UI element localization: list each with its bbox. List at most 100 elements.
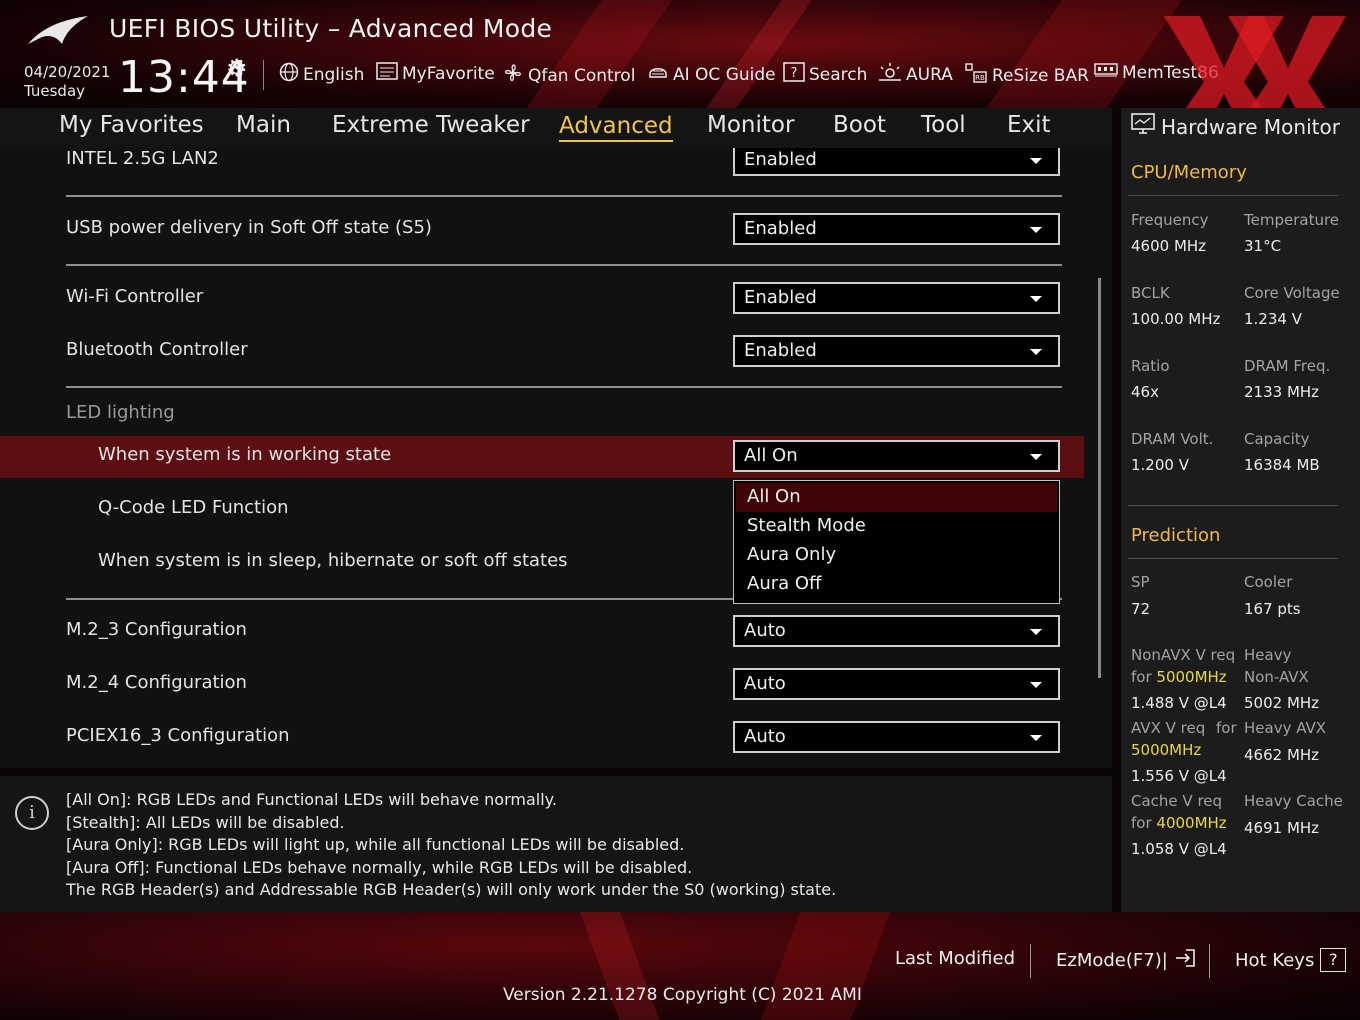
intel-lan2-select[interactable]: Enabled <box>733 148 1060 176</box>
help-line: [Aura Only]: RGB LEDs will light up, whi… <box>66 835 685 854</box>
heavy-nonavx-label-line2: Non-AVX <box>1244 668 1309 686</box>
cache-req-label: Cache V req <box>1131 792 1223 810</box>
globe-icon <box>279 62 299 87</box>
setting-label-usb-power: USB power delivery in Soft Off state (S5… <box>66 217 432 238</box>
resize-bar-icon: RB <box>964 62 988 89</box>
m2-4-config-select[interactable]: Auto <box>733 668 1060 700</box>
tab-extreme-tweaker[interactable]: Extreme Tweaker <box>332 112 530 138</box>
tab-exit[interactable]: Exit <box>1007 112 1051 138</box>
app-title: UEFI BIOS Utility – Advanced Mode <box>109 14 553 43</box>
ai-oc-guide-button[interactable]: AI OC Guide <box>647 62 776 87</box>
dropdown-option-aura-off[interactable]: Aura Off <box>736 570 1057 599</box>
cache-for-line: for 4000MHz <box>1131 814 1227 832</box>
last-modified-button[interactable]: Last Modified <box>895 948 1015 969</box>
heavy-avx-label: Heavy AVX <box>1244 719 1327 737</box>
cooler-value: 167 pts <box>1244 600 1301 618</box>
dropdown-option-all-on[interactable]: All On <box>736 483 1057 512</box>
heavy-cache-value: 4691 MHz <box>1244 819 1320 837</box>
ezmode-button[interactable]: EzMode(F7)| <box>1056 948 1196 973</box>
dropdown-option-aura-only[interactable]: Aura Only <box>736 541 1057 570</box>
tab-advanced[interactable]: Advanced <box>559 112 673 142</box>
m2-3-config-select[interactable]: Auto <box>733 615 1060 647</box>
header-separator <box>263 60 264 90</box>
section-divider <box>66 386 1062 388</box>
capacity-value: 16384 MB <box>1244 456 1320 474</box>
hot-keys-label: Hot Keys <box>1235 949 1315 971</box>
nonavx-volt-value: 1.488 V @L4 <box>1131 694 1227 712</box>
search-button[interactable]: ? Search <box>783 62 867 87</box>
working-state-select[interactable]: All On <box>733 440 1060 472</box>
bluetooth-controller-select[interactable]: Enabled <box>733 335 1060 367</box>
settings-scrollbar[interactable] <box>1098 278 1101 678</box>
working-state-value: All On <box>744 445 798 466</box>
setting-label-working-state: When system is in working state <box>98 444 392 465</box>
hot-keys-button[interactable]: Hot Keys ? <box>1235 948 1347 972</box>
myfavorite-button[interactable]: MyFavorite <box>376 62 495 85</box>
hardware-monitor-title-text: Hardware Monitor <box>1161 114 1340 139</box>
prediction-heading: Prediction <box>1131 525 1221 546</box>
version-text: Version 2.21.1278 Copyright (C) 2021 AMI <box>503 985 862 1005</box>
language-label: English <box>303 64 365 85</box>
setting-label-bluetooth: Bluetooth Controller <box>66 339 248 360</box>
tab-main[interactable]: Main <box>236 112 291 138</box>
chevron-down-icon <box>1030 454 1042 460</box>
monitor-divider <box>1128 195 1338 196</box>
core-voltage-label: Core Voltage <box>1244 284 1340 302</box>
bluetooth-value: Enabled <box>744 340 817 361</box>
date-text: 04/20/2021 <box>24 63 111 81</box>
qfan-control-label: Qfan Control <box>528 65 636 86</box>
ezmode-label: EzMode(F7)| <box>1056 950 1168 971</box>
svg-text:?: ? <box>791 66 798 81</box>
sp-label: SP <box>1131 573 1150 591</box>
setting-label-intel-lan2: INTEL 2.5G LAN2 <box>66 148 219 169</box>
dropdown-option-stealth-mode[interactable]: Stealth Mode <box>736 512 1057 541</box>
aura-button[interactable]: AURA <box>878 62 953 87</box>
m2-3-value: Auto <box>744 620 786 641</box>
heavy-cache-label: Heavy Cache <box>1244 792 1343 810</box>
weekday-text: Tuesday <box>24 82 86 100</box>
chevron-down-icon <box>1030 296 1042 302</box>
heavy-avx-value: 4662 MHz <box>1244 746 1320 764</box>
setting-label-pciex16-3: PCIEX16_3 Configuration <box>66 725 290 746</box>
core-voltage-value: 1.234 V <box>1244 310 1302 328</box>
cpu-memory-heading: CPU/Memory <box>1131 162 1247 183</box>
fan-icon <box>502 62 524 89</box>
help-line: [Aura Off]: Functional LEDs behave norma… <box>66 858 693 877</box>
intel-lan2-value: Enabled <box>744 149 817 170</box>
m2-4-value: Auto <box>744 673 786 694</box>
nonavx-for-text: for <box>1131 668 1152 686</box>
avx-freq-value: 5000MHz <box>1131 741 1202 759</box>
tab-my-favorites[interactable]: My Favorites <box>59 112 204 138</box>
help-panel: i [All On]: RGB LEDs and Functional LEDs… <box>0 776 1112 912</box>
help-line: The RGB Header(s) and Addressable RGB He… <box>66 880 837 899</box>
frequency-label: Frequency <box>1131 211 1209 229</box>
heavy-nonavx-value: 5002 MHz <box>1244 694 1320 712</box>
footer-separator <box>1030 944 1031 978</box>
tab-monitor[interactable]: Monitor <box>707 112 794 138</box>
ai-oc-guide-label: AI OC Guide <box>673 64 776 85</box>
capacity-label: Capacity <box>1244 430 1310 448</box>
tab-boot[interactable]: Boot <box>833 112 886 138</box>
resize-bar-label: ReSize BAR <box>992 65 1089 86</box>
led-lighting-group-label: LED lighting <box>66 402 175 423</box>
qfan-control-button[interactable]: Qfan Control <box>502 62 635 89</box>
search-label: Search <box>809 64 868 85</box>
ai-chip-icon <box>647 62 669 87</box>
setting-label-wifi: Wi-Fi Controller <box>66 286 204 307</box>
wifi-controller-select[interactable]: Enabled <box>733 282 1060 314</box>
usb-power-select[interactable]: Enabled <box>733 213 1060 245</box>
setting-label-m2-4: M.2_4 Configuration <box>66 672 247 693</box>
monitor-divider <box>1128 505 1338 506</box>
language-button[interactable]: English <box>279 62 364 87</box>
monitor-screen-icon <box>1131 113 1155 140</box>
tab-tool[interactable]: Tool <box>921 112 966 138</box>
avx-for-text: for <box>1216 719 1237 737</box>
cache-for-text: for <box>1131 814 1152 832</box>
memory-icon <box>1094 62 1118 83</box>
dram-freq-label: DRAM Freq. <box>1244 357 1331 375</box>
pciex16-3-config-select[interactable]: Auto <box>733 721 1060 753</box>
resize-bar-button[interactable]: RB ReSize BAR <box>964 62 1089 89</box>
gear-icon[interactable]: ⚙ <box>226 54 248 82</box>
cache-volt-value: 1.058 V @L4 <box>1131 840 1227 858</box>
temperature-value: 31°C <box>1244 237 1282 255</box>
